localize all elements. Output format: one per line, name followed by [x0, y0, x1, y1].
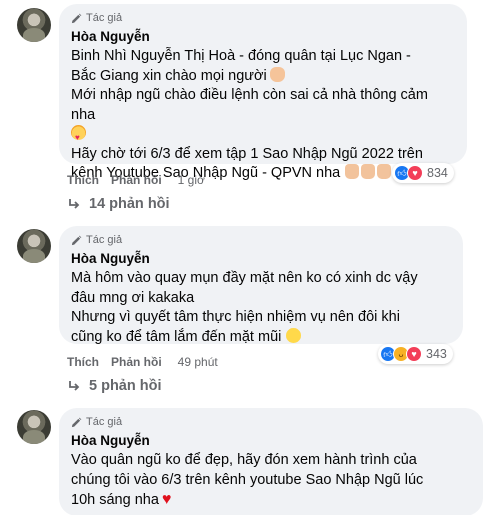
thumbs-up-icon: [361, 164, 376, 179]
reply-arrow-icon: [69, 381, 80, 391]
comment-actions: Thích Phản hồi 1 giờ: [67, 173, 205, 187]
avatar[interactable]: [17, 229, 51, 263]
thumbs-up-icon: [377, 164, 392, 179]
smiling-face-with-hearts-icon: [71, 125, 86, 148]
comment-bubble: Tác giả Hòa Nguyễn Vào quân ngũ ko để đẹ…: [59, 408, 483, 515]
comment-bubble: Tác giả Hòa Nguyễn Mà hôm vào quay mụn đ…: [59, 226, 463, 345]
reply-button[interactable]: Phản hồi: [111, 173, 162, 187]
view-replies-link[interactable]: 14 phản hồi: [67, 196, 170, 212]
pencil-icon: [71, 417, 82, 427]
author-name[interactable]: Hòa Nguyễn: [71, 432, 471, 449]
laughing-face-icon: [286, 327, 302, 343]
avatar[interactable]: [17, 8, 51, 42]
love-icon: ♥: [406, 346, 422, 362]
view-replies-link[interactable]: 5 phản hồi: [67, 378, 162, 394]
waving-hand-icon: [269, 66, 285, 82]
comment-text: Vào quân ngũ ko để đẹp, hãy đón xem hành…: [71, 452, 424, 508]
comment-text: Mà hôm vào quay mụn đầy mặt nên ko có xi…: [71, 270, 418, 345]
thumbs-up-icon: [345, 164, 360, 179]
like-button[interactable]: Thích: [67, 173, 99, 187]
comment-bubble: Tác giả Hòa Nguyễn Binh Nhì Nguyễn Thị H…: [59, 4, 467, 181]
author-badge: Tác giả: [71, 415, 471, 429]
timestamp[interactable]: 1 giờ: [178, 173, 205, 187]
reply-arrow-icon: [69, 199, 80, 209]
love-icon: ♥: [407, 165, 423, 181]
pencil-icon: [71, 13, 82, 23]
reaction-count: 343: [426, 347, 447, 361]
author-name[interactable]: Hòa Nguyễn: [71, 250, 451, 267]
comment-actions: Thích Phản hồi 49 phút: [67, 355, 218, 369]
avatar[interactable]: [17, 410, 51, 444]
timestamp[interactable]: 49 phút: [178, 355, 218, 369]
author-name[interactable]: Hòa Nguyễn: [71, 28, 455, 45]
like-button[interactable]: Thích: [67, 355, 99, 369]
reaction-summary[interactable]: 👍︎ ♥ 834: [392, 163, 454, 183]
author-badge: Tác giả: [71, 233, 451, 247]
author-badge: Tác giả: [71, 11, 455, 25]
red-heart-icon: ♥: [161, 491, 172, 508]
reaction-count: 834: [427, 166, 448, 180]
pencil-icon: [71, 235, 82, 245]
reaction-summary[interactable]: 👍︎ ᴗ ♥ 343: [378, 344, 453, 364]
reply-button[interactable]: Phản hồi: [111, 355, 162, 369]
